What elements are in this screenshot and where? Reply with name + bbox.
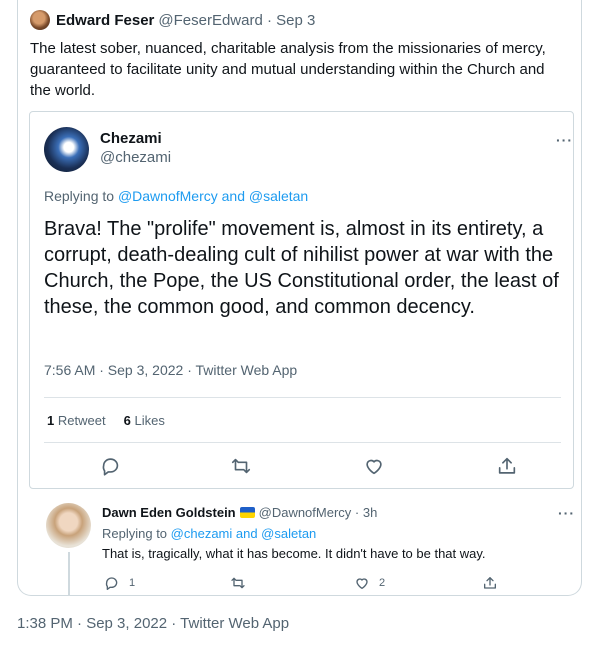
quoted-timestamp[interactable]: 7:56 AM · Sep 3, 2022 · Twitter Web App [44,362,297,378]
more-options-icon[interactable]: ··· [556,132,573,148]
author-handle-time[interactable]: @FeserEdward · Sep 3 [158,12,315,29]
tweet-header: Edward Feser @FeserEdward · Sep 3 [30,10,315,30]
retweet-icon[interactable] [230,575,246,591]
retweet-label[interactable]: Retweet [58,413,106,428]
reply-icon[interactable] [104,575,120,591]
reply-count: 1 [129,577,136,589]
engagement-stats: 1 Retweet 6 Likes [47,413,165,428]
like-icon[interactable] [354,575,370,591]
more-options-icon[interactable]: ··· [558,505,575,521]
avatar[interactable] [46,503,91,548]
replying-to-prefix: Replying to [44,188,118,204]
reply-icon[interactable] [100,455,122,477]
replying-to: Replying to @chezami and @saletan [102,526,316,541]
ukraine-flag-icon [239,507,255,518]
like-icon[interactable] [363,455,385,477]
like-label[interactable]: Likes [134,413,164,428]
quoted-tweet-text: Brava! The "prolife" movement is, almost… [44,218,559,318]
like-count: 2 [379,577,386,589]
share-icon[interactable] [496,455,518,477]
quoted-author-name[interactable]: Chezami [100,130,162,147]
retweet-icon[interactable] [230,455,252,477]
reply-author-handle-time[interactable]: @DawnofMercy · 3h [259,505,378,520]
divider [44,442,561,443]
reply-action-bar: 1 2 [17,575,582,593]
avatar[interactable] [30,10,50,30]
replying-to-links[interactable]: @chezami and @saletan [171,526,317,541]
retweet-count[interactable]: 1 [47,413,54,428]
reply-author: Dawn Eden Goldstein @DawnofMercy · 3h [102,505,377,520]
replying-to-links[interactable]: @DawnofMercy and @saletan [118,188,308,204]
reply-text: That is, tragically, what it has become.… [102,546,486,561]
reply-author-name[interactable]: Dawn Eden Goldstein [102,505,236,520]
share-icon[interactable] [482,575,498,591]
divider [44,397,561,398]
quoted-author-handle[interactable]: @chezami [100,149,171,166]
replying-to-prefix: Replying to [102,526,171,541]
tweet-timestamp[interactable]: 1:38 PM · Sep 3, 2022 · Twitter Web App [17,615,289,632]
quoted-tweet[interactable]: Chezami @chezami ··· Replying to @Dawnof… [29,111,574,489]
like-count[interactable]: 6 [124,413,131,428]
author-name[interactable]: Edward Feser [56,12,154,29]
action-bar [30,455,575,479]
avatar[interactable] [44,127,89,172]
replying-to: Replying to @DawnofMercy and @saletan [44,188,308,204]
tweet-text: The latest sober, nuanced, charitable an… [30,40,546,99]
